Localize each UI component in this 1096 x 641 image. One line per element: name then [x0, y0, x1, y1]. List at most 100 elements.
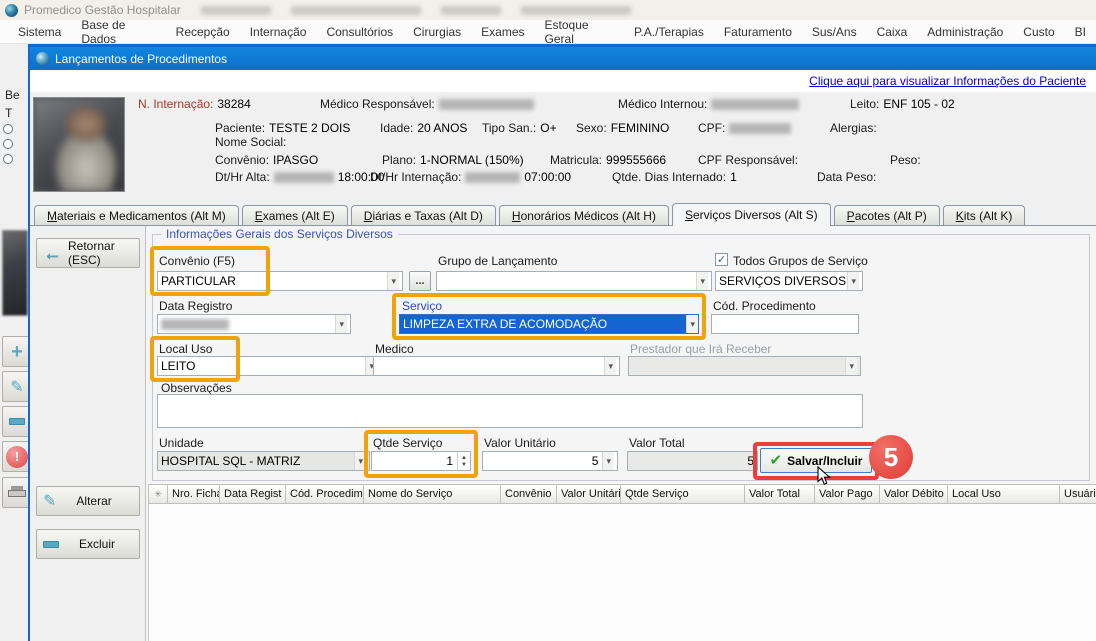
grid-body-empty[interactable]: [148, 504, 1096, 641]
form-area: Informações Gerais dos Serviços Diversos…: [146, 226, 1096, 641]
qtde-servico-spinner[interactable]: 1 ▲ ▼: [371, 451, 471, 471]
observacoes-textarea[interactable]: [157, 394, 863, 428]
remove-button[interactable]: [2, 406, 28, 437]
menu-item[interactable]: Exames: [471, 20, 534, 43]
dropdown-arrow-icon: ▾: [335, 315, 347, 333]
field-cpf-responsavel: CPF Responsável:: [698, 153, 798, 167]
field-n-internacao: N. Internação: 38284: [138, 97, 251, 111]
grid-column-header[interactable]: Valor Pago: [815, 484, 880, 504]
alert-icon: !: [6, 446, 28, 468]
printer-icon: [8, 486, 26, 499]
medico-combo[interactable]: ▾: [373, 356, 620, 376]
redacted-value: [439, 99, 534, 110]
step-badge: 5: [869, 435, 913, 479]
radio-button[interactable]: [3, 139, 13, 149]
tab[interactable]: Materiais e Medicamentos (Alt M): [34, 205, 239, 225]
grid-column-header[interactable]: Nome do Serviço: [364, 484, 501, 504]
menu-item[interactable]: Administração: [917, 20, 1013, 43]
menu-item[interactable]: BI: [1065, 20, 1096, 43]
grid-column-header[interactable]: Qtde Serviço: [621, 484, 745, 504]
grupo-lancamento-label: Grupo de Lançamento: [438, 254, 557, 268]
grid-column-header[interactable]: Valor Unitário: [557, 484, 621, 504]
menu-item[interactable]: Caixa: [867, 20, 918, 43]
radio-button[interactable]: [3, 154, 13, 164]
grid-column-header[interactable]: Data Regist: [220, 484, 286, 504]
grid-column-header[interactable]: Convênio: [501, 484, 557, 504]
alterar-button[interactable]: ✎ Alterar: [36, 486, 140, 516]
tab[interactable]: Exames (Alt E): [242, 205, 348, 225]
menu-item[interactable]: Sus/Ans: [802, 20, 867, 43]
menu-item[interactable]: Custo: [1013, 20, 1064, 43]
pencil-icon: ✎: [43, 491, 56, 511]
dropdown-arrow-icon: ▾: [847, 272, 859, 290]
grid-header: ✳ Nro. FichaData RegistCód. ProcedimentN…: [148, 484, 1096, 504]
field-medico-internou: Médico Internou:: [618, 97, 799, 111]
pencil-icon: ✎: [10, 377, 23, 397]
minus-bar-icon: [43, 541, 59, 548]
data-registro-label: Data Registro: [159, 299, 232, 313]
redacted-value: [465, 172, 520, 183]
grid-column-header[interactable]: Usuário: [1060, 484, 1096, 504]
field-idade: Idade: 20 ANOS: [380, 121, 467, 135]
grid-column-header[interactable]: Local Uso: [948, 484, 1060, 504]
menu-item[interactable]: Base de Dados: [71, 20, 165, 43]
radio-button[interactable]: [3, 124, 13, 134]
unidade-combo[interactable]: HOSPITAL SQL - MATRIZ ▾: [157, 451, 370, 471]
menu-item[interactable]: Cirurgias: [403, 20, 471, 43]
convenio-combo[interactable]: PARTICULAR ▾: [157, 271, 403, 291]
tab[interactable]: Honorários Médicos (Alt H): [499, 205, 669, 225]
menu-item[interactable]: Sistema: [8, 20, 71, 43]
tab[interactable]: Kits (Alt K): [943, 205, 1026, 225]
plus-icon: +: [11, 342, 23, 362]
grupo-lancamento-combo[interactable]: ▾: [436, 271, 712, 291]
grid-column-header[interactable]: Cód. Procediment: [286, 484, 364, 504]
menu-bar: SistemaBase de DadosRecepçãoInternaçãoCo…: [0, 20, 1096, 44]
tab[interactable]: Pacotes (Alt P): [834, 205, 940, 225]
cod-procedimento-label: Cód. Procedimento: [713, 299, 816, 313]
menu-item[interactable]: P.A./Terapias: [624, 20, 714, 43]
excluir-button[interactable]: Excluir: [36, 529, 140, 559]
unidade-label: Unidade: [159, 436, 204, 450]
convenio-browse-button[interactable]: ...: [409, 271, 431, 291]
edit-button[interactable]: ✎: [2, 371, 28, 402]
grid-column-header[interactable]: Valor Total: [745, 484, 815, 504]
redacted-text: [291, 6, 421, 15]
minus-bar-icon: [9, 418, 25, 425]
asterisk-icon[interactable]: ✳: [148, 484, 168, 504]
print-button[interactable]: [2, 477, 28, 508]
grid-column-header[interactable]: Valor Débito: [880, 484, 948, 504]
link-bar: Clique aqui para visualizar Informações …: [30, 70, 1096, 92]
data-registro-combo[interactable]: ▾: [157, 314, 351, 334]
grid-column-header[interactable]: Nro. Ficha: [168, 484, 220, 504]
retornar-button[interactable]: ← Retornar (ESC): [36, 238, 140, 268]
redacted-value: [274, 172, 334, 183]
alert-button[interactable]: !: [2, 441, 28, 472]
local-uso-combo[interactable]: LEITO ▾: [157, 356, 381, 376]
patient-info-link[interactable]: Clique aqui para visualizar Informações …: [809, 74, 1086, 88]
menu-item[interactable]: Internação: [240, 20, 317, 43]
field-leito: Leito: ENF 105 - 02: [850, 97, 955, 111]
tab[interactable]: Serviços Diversos (Alt S): [672, 203, 831, 226]
menu-item[interactable]: Consultórios: [316, 20, 403, 43]
redacted-value: [729, 123, 791, 134]
medico-label: Medico: [375, 342, 414, 356]
spinner-arrows-icon[interactable]: ▲ ▼: [457, 452, 467, 470]
servico-combo[interactable]: LIMPEZA EXTRA DE ACOMODAÇÃO ▾: [399, 314, 699, 334]
back-arrow-icon: ←: [43, 244, 62, 263]
todos-grupos-checkbox[interactable]: ✓: [715, 253, 728, 266]
field-nome-social: Nome Social:: [215, 135, 286, 149]
valor-unitario-combo[interactable]: 5 ▾: [482, 451, 618, 471]
grupo-servico-combo[interactable]: SERVIÇOS DIVERSOS ▾: [715, 271, 863, 291]
menu-item[interactable]: Estoque Geral: [535, 20, 624, 43]
cod-procedimento-input[interactable]: [711, 314, 859, 334]
field-plano: Plano: 1-NORMAL (150%): [382, 153, 524, 167]
salvar-incluir-button[interactable]: ✔ Salvar/Incluir: [760, 448, 872, 473]
dropdown-arrow-icon: ▾: [387, 272, 399, 290]
menu-item[interactable]: Faturamento: [714, 20, 802, 43]
menu-item[interactable]: Recepção: [166, 20, 240, 43]
redacted-value: [161, 319, 229, 330]
add-button[interactable]: +: [2, 336, 28, 367]
servicos-diversos-panel: ← Retornar (ESC) ✎ Alterar Excluir Infor…: [30, 225, 1096, 641]
tab[interactable]: Diárias e Taxas (Alt D): [351, 205, 496, 225]
tab-strip: Materiais e Medicamentos (Alt M) Exames …: [30, 202, 1096, 225]
